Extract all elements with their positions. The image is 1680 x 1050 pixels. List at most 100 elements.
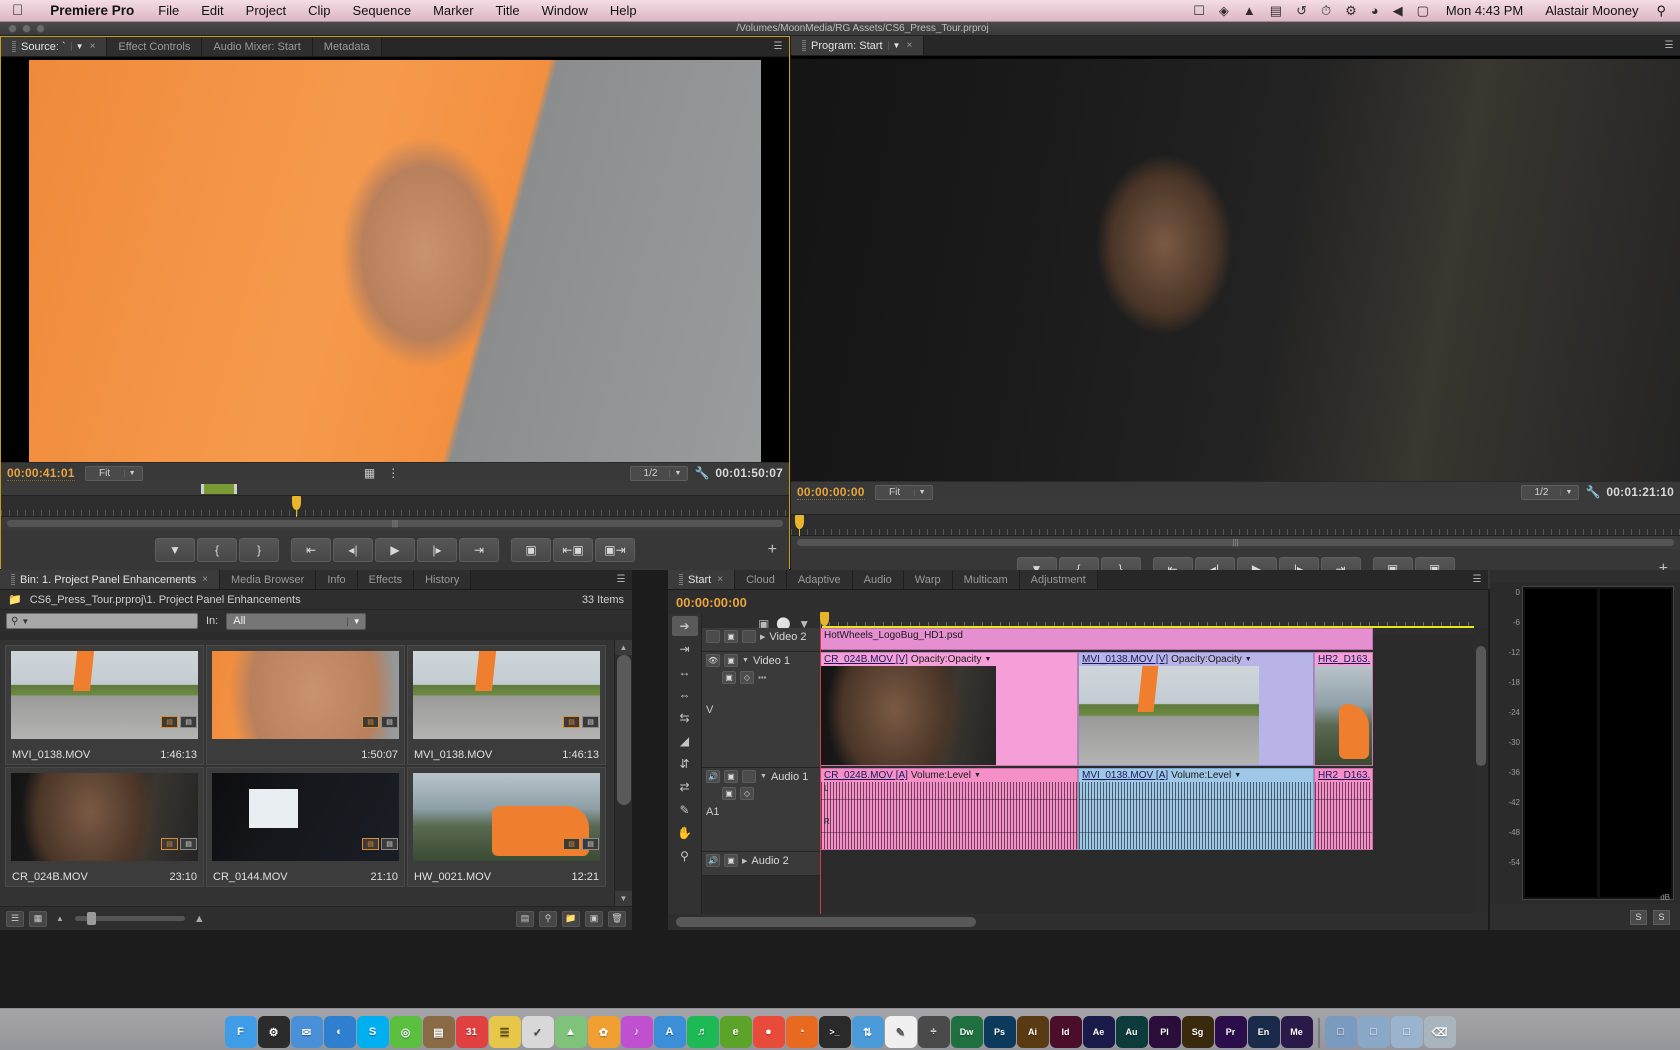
thumbnail-size-slider[interactable]	[75, 916, 185, 921]
slip-tool[interactable]: ⇵	[672, 754, 698, 774]
dock-item-messages[interactable]: ◎	[390, 1016, 422, 1048]
tab-adaptive[interactable]: Adaptive	[787, 570, 853, 589]
program-fit-dropdown[interactable]: Fit ▼	[875, 485, 933, 500]
clip-effect-label[interactable]: Volume:Level	[911, 770, 971, 781]
tab-metadata[interactable]: Metadata	[313, 37, 382, 56]
chevron-down-icon[interactable]: ▼	[1560, 489, 1576, 496]
clip-name-label[interactable]: CR_024B.MOV [V]	[824, 654, 908, 665]
close-icon[interactable]: ×	[717, 574, 723, 585]
source-zoom-slider[interactable]: |||	[7, 520, 783, 527]
timeline-ruler-playhead[interactable]	[820, 612, 829, 626]
sync-lock-audio2[interactable]: ▣	[724, 854, 738, 867]
chevron-down-icon[interactable]: ▼	[985, 656, 992, 663]
menu-window[interactable]: Window	[531, 3, 599, 18]
program-duration-timecode[interactable]: 00:01:21:10	[1606, 485, 1674, 499]
clip-name-label[interactable]: CR_024B.MOV [A]	[824, 770, 908, 781]
minimize-button[interactable]	[22, 24, 31, 33]
source-fit-dropdown[interactable]: Fit ▼	[85, 466, 143, 481]
selection-tool[interactable]: ➔	[672, 616, 698, 636]
list-item[interactable]: ▤ ▤ MVI_0138.MOV 1:46:13	[407, 645, 606, 765]
source-inout-track[interactable]	[1, 483, 789, 495]
dropbox-icon[interactable]: ◈	[1212, 3, 1236, 19]
adobe-icon[interactable]: ▲	[1236, 3, 1263, 18]
timeline-time-ruler[interactable]	[820, 614, 1474, 628]
clip-cr024b-video[interactable]: CR_024B.MOV [V] Opacity:Opacity ▼	[820, 652, 1078, 766]
dock-item-evernote[interactable]: e	[720, 1016, 752, 1048]
solo-audio1[interactable]: ▣	[722, 787, 736, 800]
dock-item-audition[interactable]: Au	[1116, 1016, 1148, 1048]
menu-file[interactable]: File	[147, 3, 190, 18]
toggle-output-video2[interactable]	[706, 630, 720, 643]
go-to-in-button[interactable]: ⇤	[291, 538, 331, 562]
chevron-down-icon[interactable]: ▼	[1245, 656, 1252, 663]
in-out-badge-icon[interactable]: ▤	[161, 716, 178, 728]
go-to-out-button[interactable]: ⇥	[459, 538, 499, 562]
source-time-ruler[interactable]	[1, 495, 789, 517]
clip-name-label[interactable]: HR2_D163.	[1318, 654, 1370, 665]
sync-icon[interactable]: ↺	[1289, 3, 1314, 19]
pen-tool[interactable]: ✎	[672, 800, 698, 820]
rate-stretch-tool[interactable]: ⇆	[672, 708, 698, 728]
razor-tool[interactable]: ◢	[672, 731, 698, 751]
track-header-audio2[interactable]: 🔊 ▣ ▶ Audio 2	[702, 852, 820, 876]
menu-marker[interactable]: Marker	[422, 3, 484, 18]
list-item[interactable]: ▤ ▤ CR_024B.MOV 23:10	[5, 767, 204, 887]
dock-item-itunes[interactable]: ♪	[621, 1016, 653, 1048]
search-input[interactable]: ⚲ ▼	[6, 613, 198, 629]
dock-item-folder-downloads[interactable]: □	[1391, 1016, 1423, 1048]
toggle-output-video1[interactable]: 👁	[706, 654, 720, 667]
program-zoom-scrollbar[interactable]: |||	[791, 536, 1680, 549]
close-icon[interactable]: ×	[202, 574, 208, 585]
source-current-timecode[interactable]: 00:00:41:01	[7, 466, 75, 481]
clip-mvi0138-audio[interactable]: MVI_0138.MOV [A] Volume:Level ▼	[1078, 768, 1314, 850]
apple-menu-icon[interactable]: 	[0, 3, 37, 18]
search-icon[interactable]: ⚲	[1650, 3, 1680, 19]
menu-clip[interactable]: Clip	[297, 3, 341, 18]
source-video-area[interactable]	[1, 57, 789, 462]
toggle-mute-audio2[interactable]: 🔊	[706, 854, 720, 867]
menu-help[interactable]: Help	[599, 3, 648, 18]
dock-item-speedgrade[interactable]: Sg	[1182, 1016, 1214, 1048]
tab-start[interactable]: Start ×	[668, 570, 735, 589]
tab-warp[interactable]: Warp	[904, 570, 953, 589]
dock-item-notes[interactable]: ☰	[489, 1016, 521, 1048]
dock-item-spotify[interactable]: ♬	[687, 1016, 719, 1048]
dock-item-media-encoder[interactable]: Me	[1281, 1016, 1313, 1048]
wifi-icon[interactable]: ◕	[1364, 3, 1386, 18]
chevron-down-icon[interactable]: ▼	[71, 42, 84, 51]
dock-item-textedit[interactable]: ✎	[885, 1016, 917, 1048]
insert-badge-icon[interactable]: ▤	[180, 716, 197, 728]
zoom-out-icon[interactable]: ▲	[56, 914, 64, 923]
dock-item-prelude[interactable]: Pl	[1149, 1016, 1181, 1048]
dock-item-photos[interactable]: ✿	[588, 1016, 620, 1048]
audio-waveform-icon[interactable]: ⋮	[387, 466, 399, 480]
panel-menu-icon[interactable]: ☰	[767, 37, 789, 56]
clip-hr2d163-audio[interactable]: HR2_D163.	[1314, 768, 1373, 850]
menu-sequence[interactable]: Sequence	[342, 3, 423, 18]
tab-effect-controls[interactable]: Effect Controls	[107, 37, 202, 56]
sync-lock-video1[interactable]: ▣	[724, 654, 738, 667]
clip-name-label[interactable]: MVI_0138.MOV [V]	[1082, 654, 1168, 665]
mark-in-button[interactable]: {	[197, 538, 237, 562]
zoom-tool[interactable]: ⚲	[672, 846, 698, 866]
menu-edit[interactable]: Edit	[190, 3, 234, 18]
bin-filter-dropdown[interactable]: All ▼	[226, 613, 366, 630]
chevron-down-icon[interactable]: ▼	[21, 617, 29, 626]
in-out-badge-icon[interactable]: ▤	[563, 716, 580, 728]
clock-icon[interactable]: ⏱	[1314, 3, 1338, 19]
list-item[interactable]: ▤ ▤ CR_0144.MOV 21:10	[206, 767, 405, 887]
zoom-in-icon[interactable]: ▲	[194, 913, 205, 925]
track-header-video2[interactable]: ▣ ▶ Video 2	[702, 628, 820, 652]
slider-knob[interactable]	[87, 912, 96, 925]
dock-item-illustrator[interactable]: Ai	[1017, 1016, 1049, 1048]
tab-effects[interactable]: Effects	[358, 570, 414, 589]
in-out-badge-icon[interactable]: ▤	[362, 716, 379, 728]
scroll-down-icon[interactable]: ▼	[615, 891, 632, 906]
clip-name-label[interactable]: MVI_0138.MOV [A]	[1082, 770, 1168, 781]
button-editor-icon[interactable]: +	[768, 541, 777, 559]
panel-menu-icon[interactable]: ☰	[610, 570, 632, 589]
scroll-up-icon[interactable]: ▲	[615, 640, 632, 655]
list-item[interactable]: ▤ ▤ 1:50:07	[206, 645, 405, 765]
hand-tool[interactable]: ✋	[672, 823, 698, 843]
menubar-clock[interactable]: Mon 4:43 PM	[1436, 3, 1533, 18]
